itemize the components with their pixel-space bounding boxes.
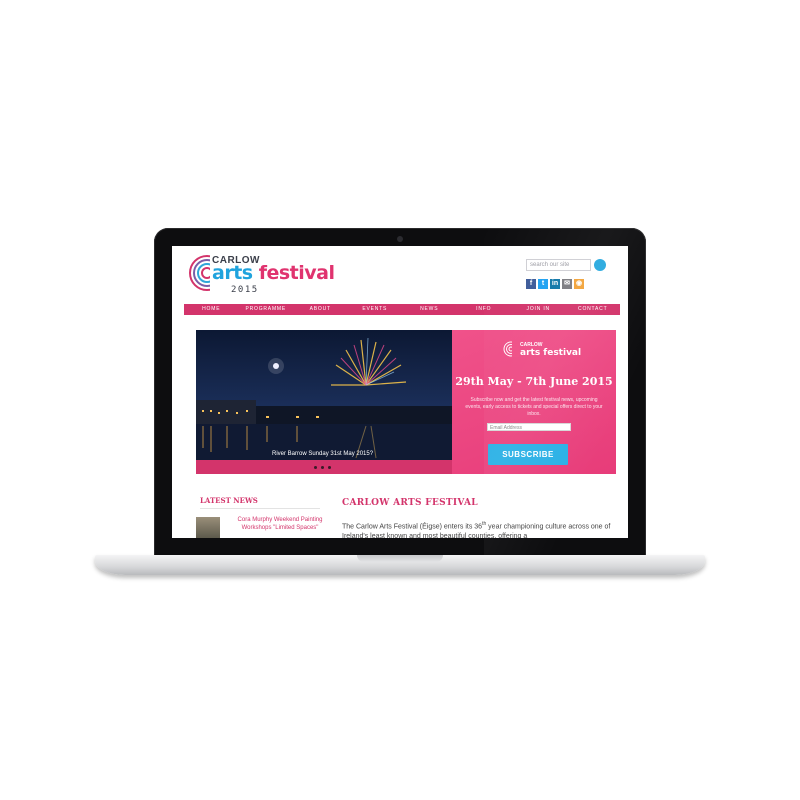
nav-item[interactable]: PROGRAMME [239, 304, 294, 315]
trackpad-notch [357, 555, 443, 562]
fireworks-image [196, 330, 452, 462]
news-thumbnail[interactable] [196, 517, 220, 538]
email-icon[interactable]: ✉ [562, 279, 572, 289]
rss-icon[interactable]: ◉ [574, 279, 584, 289]
social-links: f t in ✉ ◉ [526, 279, 584, 289]
about-text-a: The Carlow Arts Festival (Éigse) enters … [342, 523, 483, 531]
logo-arts: arts [212, 262, 253, 284]
hero-slider[interactable] [196, 330, 452, 462]
nav-item[interactable]: JOIN IN [511, 304, 566, 315]
nav-item[interactable]: INFO [457, 304, 512, 315]
divider [200, 508, 320, 509]
latest-news-heading: LATEST NEWS [200, 496, 258, 505]
search-input[interactable]: search our site [526, 259, 591, 271]
camera-icon [397, 236, 403, 242]
nav-item[interactable]: EVENTS [348, 304, 403, 315]
nav-item[interactable]: HOME [184, 304, 239, 315]
subscribe-text: Subscribe now and get the latest festiva… [465, 397, 603, 417]
email-field[interactable]: Email Address [487, 423, 571, 431]
logo-year: 2015 [231, 285, 259, 295]
slider-dot[interactable] [321, 466, 324, 469]
search-button[interactable] [594, 259, 606, 271]
subscribe-button[interactable]: SUBSCRIBE [488, 444, 568, 465]
nav-item[interactable]: ABOUT [293, 304, 348, 315]
hero-bar [196, 460, 452, 474]
laptop-lid: CARLOW arts festival 2015 search our sit… [154, 228, 646, 558]
hero-caption: River Barrow Sunday 31st May 2015? [272, 451, 374, 457]
nav-item[interactable]: NEWS [402, 304, 457, 315]
facebook-icon[interactable]: f [526, 279, 536, 289]
twitter-icon[interactable]: t [538, 279, 548, 289]
laptop-screen: CARLOW arts festival 2015 search our sit… [172, 246, 628, 538]
website: CARLOW arts festival 2015 search our sit… [172, 246, 628, 538]
nav-item[interactable]: CONTACT [566, 304, 621, 315]
main-nav: HOME PROGRAMME ABOUT EVENTS NEWS INFO JOIN IN C… [184, 304, 620, 315]
news-item-link[interactable]: Cora Murphy Weekend Painting Workshops "… [230, 516, 330, 532]
linkedin-icon[interactable]: in [550, 279, 560, 289]
slider-dot[interactable] [328, 466, 331, 469]
laptop-base [95, 555, 705, 575]
slider-dot[interactable] [314, 466, 317, 469]
promo-arts-festival: arts festival [520, 348, 582, 358]
about-text: The Carlow Arts Festival (Éigse) enters … [342, 519, 620, 538]
promo-logo-icon [503, 341, 519, 357]
logo-festival: festival [258, 262, 335, 284]
logo-wordmark[interactable]: arts festival [212, 262, 335, 284]
about-title: CARLOW ARTS FESTIVAL [342, 498, 478, 508]
festival-dates: 29th May - 7th June 2015 [455, 375, 613, 388]
